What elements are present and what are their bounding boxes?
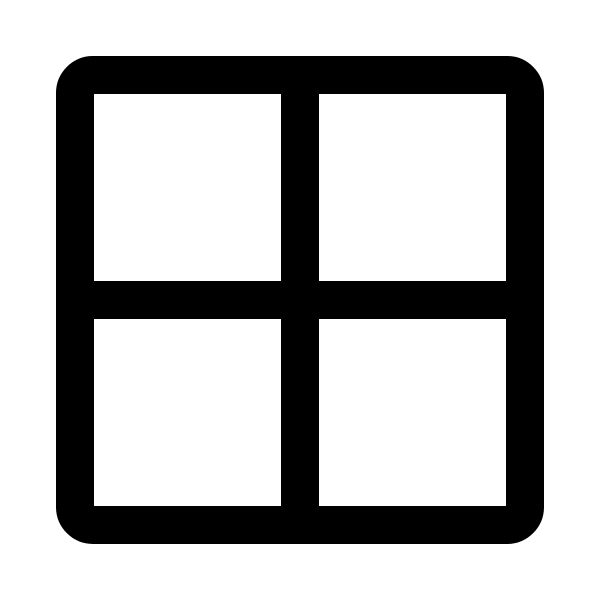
grid-icon [56, 56, 544, 544]
icon-canvas [0, 0, 600, 600]
